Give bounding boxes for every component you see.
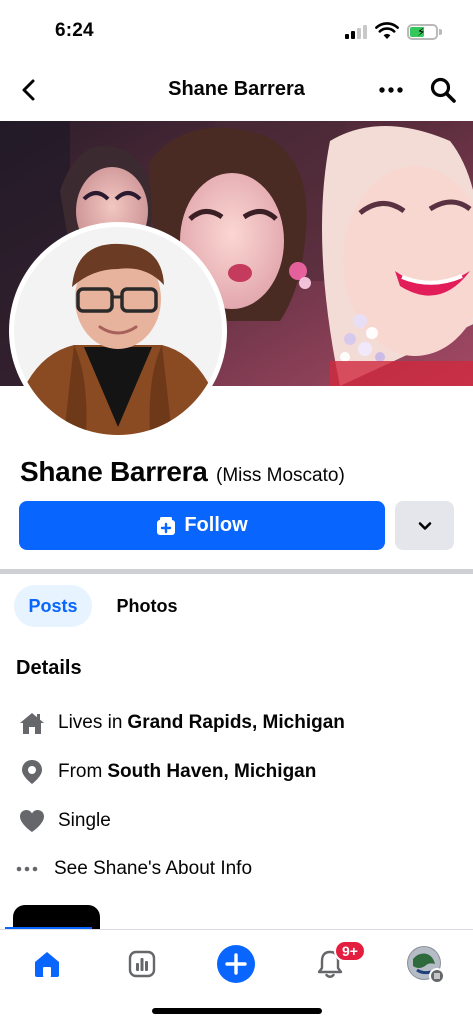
from-place[interactable]: South Haven, Michigan xyxy=(107,761,316,783)
section-divider xyxy=(0,569,473,574)
relationship-status: Single xyxy=(58,810,111,831)
home-icon xyxy=(16,707,48,739)
from-prefix: From xyxy=(58,761,103,782)
follow-button-label: Follow xyxy=(184,514,248,536)
nav-home-button[interactable] xyxy=(25,942,69,986)
detail-lives-in[interactable]: Lives in Grand Rapids, Michigan xyxy=(16,707,345,739)
location-pin-icon xyxy=(16,756,48,788)
more-options-icon[interactable] xyxy=(376,74,406,106)
lives-in-prefix: Lives in xyxy=(58,712,123,733)
see-about-info-link[interactable]: See Shane's About Info xyxy=(16,853,252,885)
detail-relationship: Single xyxy=(16,805,111,837)
cellular-signal-icon xyxy=(345,25,369,39)
see-about-info-label: See Shane's About Info xyxy=(54,858,253,879)
tab-photos[interactable]: Photos xyxy=(104,585,190,627)
profile-header: Shane Barrera xyxy=(0,62,473,118)
tab-posts[interactable]: Posts xyxy=(14,585,92,627)
more-actions-dropdown-button[interactable] xyxy=(395,501,454,550)
create-icon xyxy=(217,945,255,983)
heart-icon xyxy=(16,805,48,837)
nav-profile-button[interactable] xyxy=(403,942,447,986)
dashboard-icon xyxy=(128,950,156,978)
profile-alternate-name: (Miss Moscato) xyxy=(216,465,345,486)
wifi-icon xyxy=(375,22,399,39)
chevron-down-icon xyxy=(418,521,431,530)
profile-avatar xyxy=(407,946,445,984)
more-dots-icon xyxy=(16,853,38,885)
notification-count-badge: 9+ xyxy=(334,940,366,962)
search-icon[interactable] xyxy=(427,74,459,106)
detail-from[interactable]: From South Haven, Michigan xyxy=(16,756,316,788)
profile-name-row: Shane Barrera (Miss Moscato) xyxy=(20,456,345,488)
profile-picture[interactable] xyxy=(9,222,227,440)
follow-icon xyxy=(157,516,176,535)
nav-dashboard-button[interactable] xyxy=(120,942,164,986)
status-bar: 6:24 ⚡ xyxy=(0,0,473,60)
profile-name: Shane Barrera xyxy=(20,456,208,487)
home-icon xyxy=(35,952,59,977)
home-indicator xyxy=(152,1008,322,1014)
lives-in-place[interactable]: Grand Rapids, Michigan xyxy=(127,712,344,734)
details-heading: Details xyxy=(16,657,82,679)
follow-button[interactable]: Follow xyxy=(19,501,385,550)
status-time: 6:24 xyxy=(55,20,94,41)
nav-create-button[interactable] xyxy=(214,942,258,986)
battery-icon: ⚡ xyxy=(407,24,438,40)
